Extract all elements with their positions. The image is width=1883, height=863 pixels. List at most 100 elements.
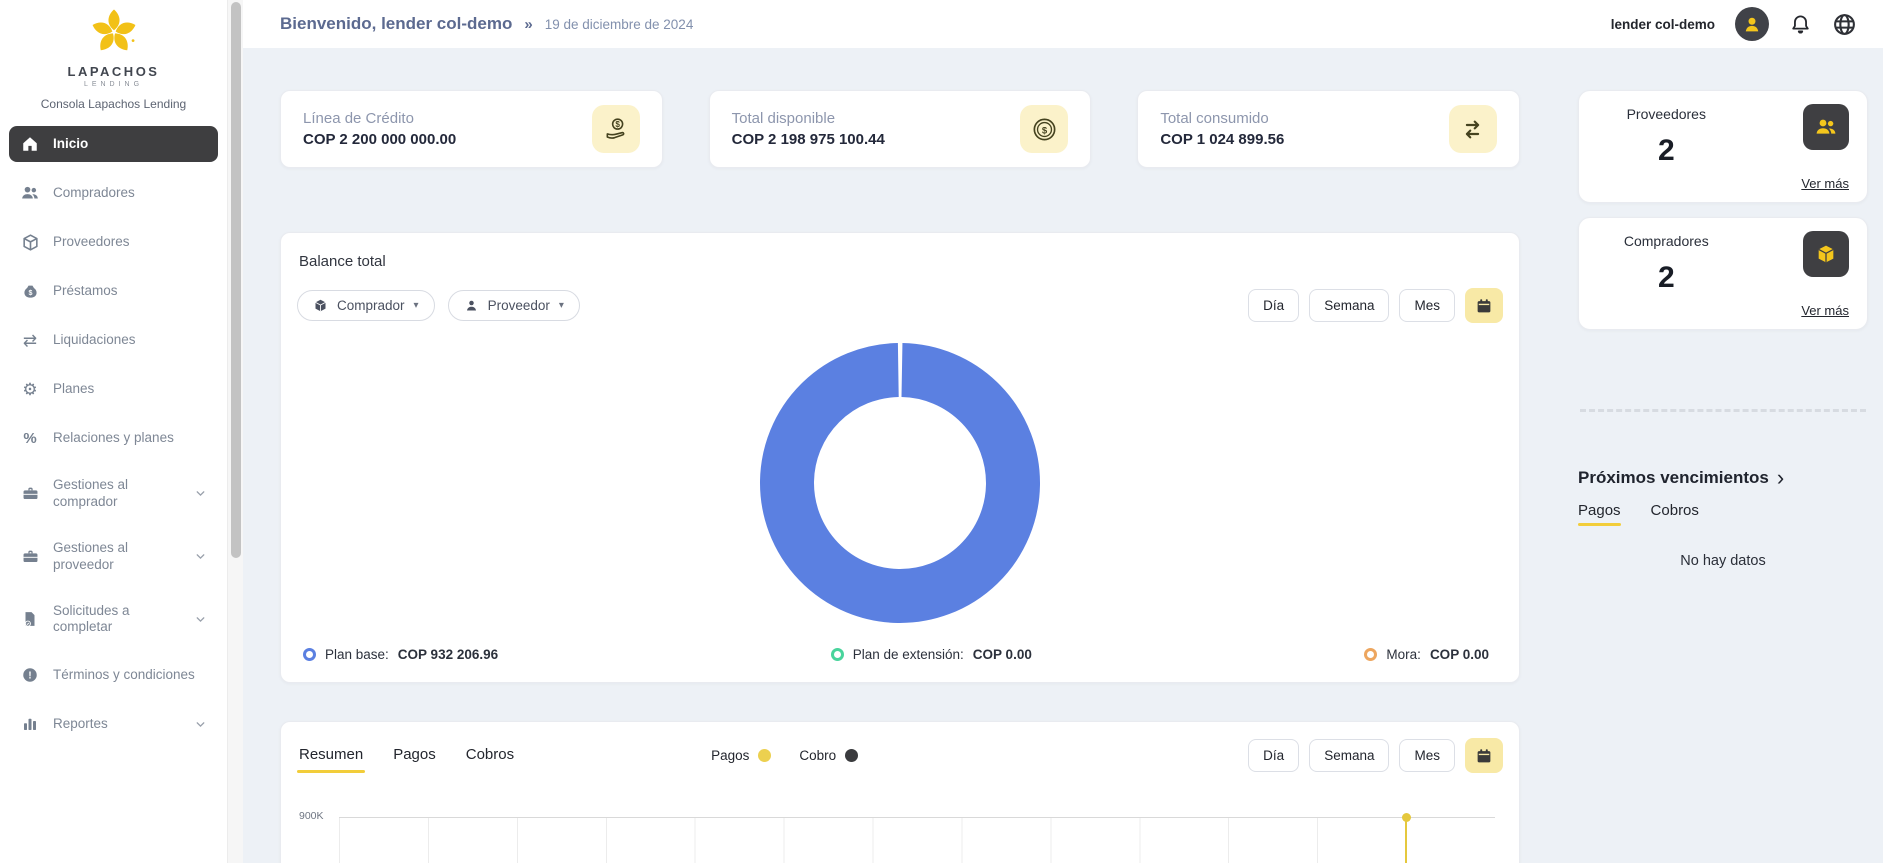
legend-pagos: Pagos <box>711 748 771 763</box>
stat-label: Total disponible <box>732 110 885 127</box>
current-date: 19 de diciembre de 2024 <box>545 17 694 32</box>
chevron-right-icon[interactable]: › <box>1777 469 1784 487</box>
sidebar-item-inicio[interactable]: Inicio <box>9 126 218 162</box>
tab-pagos[interactable]: Pagos <box>1578 502 1621 526</box>
sidebar-item-relaciones[interactable]: % Relaciones y planes <box>9 420 218 456</box>
sidebar-item-label: Términos y condiciones <box>53 667 195 684</box>
legend-label: Pagos <box>711 748 749 763</box>
tab-resumen[interactable]: Resumen <box>297 744 365 773</box>
sidebar-item-label: Gestiones al comprador <box>53 477 181 511</box>
svg-text:$: $ <box>1042 125 1048 136</box>
sidebar-item-gestiones-proveedor[interactable]: Gestiones al proveedor <box>9 532 218 582</box>
cube-icon <box>1803 231 1849 277</box>
legend-value: COP 932 206.96 <box>398 647 498 662</box>
filter-proveedor-dropdown[interactable]: Proveedor ▾ <box>448 290 580 321</box>
coin-icon: $ <box>1020 105 1068 153</box>
card-label: Compradores <box>1597 233 1736 249</box>
legend-plan-base: Plan base: COP 932 206.96 <box>303 647 498 662</box>
legend-label: Mora: <box>1386 647 1421 662</box>
ver-mas-link[interactable]: Ver más <box>1801 303 1849 318</box>
sidebar-item-liquidaciones[interactable]: ⇄ Liquidaciones <box>9 322 218 358</box>
card-count: 2 <box>1597 261 1736 295</box>
sidebar-item-label: Compradores <box>53 185 135 202</box>
upcoming-tabs: Pagos Cobros <box>1578 502 1868 526</box>
briefcase-icon <box>20 547 40 567</box>
filter-comprador-dropdown[interactable]: Comprador ▾ <box>297 290 435 321</box>
tab-cobros[interactable]: Cobros <box>464 744 516 773</box>
month-button[interactable]: Mes <box>1399 739 1455 772</box>
summary-card: Resumen Pagos Cobros Pagos Cobro <box>280 721 1520 863</box>
chevron-down-icon <box>194 487 207 500</box>
brand-tagline: LENDING <box>0 81 227 88</box>
legend-dot-dark <box>845 749 858 762</box>
tab-pagos[interactable]: Pagos <box>391 744 438 773</box>
legend-label: Plan base: <box>325 647 389 662</box>
money-bag-icon: $ <box>20 281 40 301</box>
briefcase-icon <box>20 484 40 504</box>
ver-mas-link[interactable]: Ver más <box>1801 176 1849 191</box>
brand-name: LAPACHOS <box>0 64 227 79</box>
bar-chart-icon <box>20 714 40 734</box>
y-axis-tick: 900K <box>299 810 324 822</box>
transfer-arrows-icon <box>1449 105 1497 153</box>
stat-value: COP 1 024 899.56 <box>1160 131 1284 148</box>
day-button[interactable]: Día <box>1248 739 1299 772</box>
caret-down-icon: ▾ <box>559 300 564 311</box>
legend-value: COP 0.00 <box>973 647 1032 662</box>
sidebar-item-planes[interactable]: ⚙︎ Planes <box>9 371 218 407</box>
dashed-divider <box>1580 409 1866 412</box>
gear-icon: ⚙︎ <box>20 379 40 399</box>
legend-label: Plan de extensión: <box>853 647 964 662</box>
sidebar-item-reportes[interactable]: Reportes <box>9 706 218 742</box>
left-column: Línea de Crédito COP 2 200 000 000.00 $ … <box>280 90 1520 863</box>
document-check-icon <box>20 609 40 629</box>
username: lender col-demo <box>1611 17 1715 32</box>
stat-label: Línea de Crédito <box>303 110 456 127</box>
summary-header: Resumen Pagos Cobros Pagos Cobro <box>297 738 1503 779</box>
balance-period-buttons: Día Semana Mes <box>1248 288 1503 323</box>
brand-logo: LAPACHOS LENDING Consola Lapachos Lendin… <box>0 0 227 111</box>
pagos-data-point[interactable] <box>1402 813 1411 822</box>
legend-dot-yellow <box>758 749 771 762</box>
proveedores-card: Proveedores 2 Ver más <box>1578 90 1868 203</box>
avatar[interactable] <box>1735 7 1769 41</box>
legend-cobro: Cobro <box>799 748 858 763</box>
month-button[interactable]: Mes <box>1399 289 1455 322</box>
sidebar-item-compradores[interactable]: Compradores <box>9 175 218 211</box>
sidebar-item-label: Reportes <box>53 716 108 733</box>
stat-card-total-consumido: Total consumido COP 1 024 899.56 <box>1137 90 1520 168</box>
scrollbar-thumb[interactable] <box>231 2 241 558</box>
content: Línea de Crédito COP 2 200 000 000.00 $ … <box>243 48 1883 863</box>
balance-donut-chart <box>297 329 1503 637</box>
calendar-button[interactable] <box>1465 288 1503 323</box>
sidebar-item-proveedores[interactable]: Proveedores <box>9 224 218 260</box>
calendar-button[interactable] <box>1465 738 1503 773</box>
week-button[interactable]: Semana <box>1309 289 1389 322</box>
stat-card-total-disponible: Total disponible COP 2 198 975 100.44 $ <box>709 90 1092 168</box>
sidebar-item-terminos[interactable]: ! Términos y condiciones <box>9 657 218 693</box>
cube-icon <box>20 232 40 252</box>
card-label: Proveedores <box>1597 106 1736 122</box>
notifications-bell-icon[interactable] <box>1789 13 1812 36</box>
summary-period-buttons: Día Semana Mes <box>1248 738 1503 779</box>
legend-dot-green <box>831 648 844 661</box>
card-text: Compradores 2 <box>1597 233 1736 295</box>
sidebar-item-label: Planes <box>53 381 94 398</box>
stat-card-linea-credito: Línea de Crédito COP 2 200 000 000.00 $ <box>280 90 663 168</box>
sidebar-item-prestamos[interactable]: $ Préstamos <box>9 273 218 309</box>
chevron-down-icon <box>194 550 207 563</box>
info-icon: ! <box>20 665 40 685</box>
week-button[interactable]: Semana <box>1309 739 1389 772</box>
sidebar-item-solicitudes[interactable]: Solicitudes a completar <box>9 595 218 645</box>
language-globe-icon[interactable] <box>1832 12 1857 37</box>
topbar: Bienvenido, lender col-demo » 19 de dici… <box>243 0 1883 48</box>
tab-cobros[interactable]: Cobros <box>1651 502 1699 526</box>
sidebar-item-gestiones-comprador[interactable]: Gestiones al comprador <box>9 469 218 519</box>
stat-text: Línea de Crédito COP 2 200 000 000.00 <box>303 110 456 148</box>
chevron-down-icon <box>194 613 207 626</box>
sidebar-item-label: Solicitudes a completar <box>53 603 181 637</box>
day-button[interactable]: Día <box>1248 289 1299 322</box>
vertical-scrollbar[interactable] <box>227 0 243 863</box>
balance-controls: Comprador ▾ Proveedor ▾ Día Semana Mes <box>297 288 1503 323</box>
stat-cards-row: Línea de Crédito COP 2 200 000 000.00 $ … <box>280 90 1520 168</box>
